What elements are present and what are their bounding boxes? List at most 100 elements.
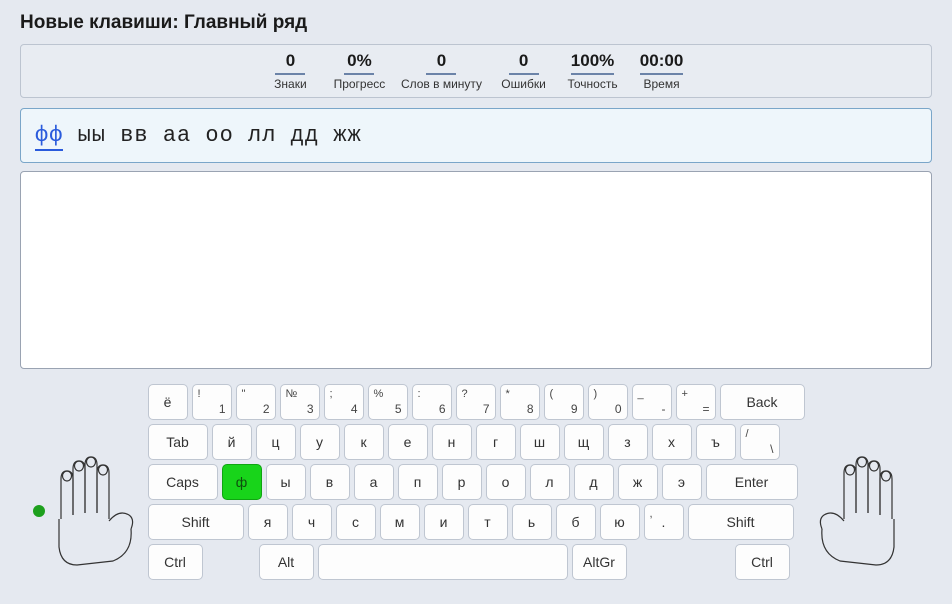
key-3[interactable]: №3 xyxy=(280,384,320,420)
key-щ[interactable]: щ xyxy=(564,424,604,460)
key-о[interactable]: о xyxy=(486,464,526,500)
key-0[interactable]: )0 xyxy=(588,384,628,420)
key-т[interactable]: т xyxy=(468,504,508,540)
key-label: г xyxy=(493,434,498,450)
page-title: Новые клавиши: Главный ряд xyxy=(20,12,932,34)
key-ф[interactable]: ф xyxy=(222,464,262,500)
stat-time-label: Время xyxy=(634,77,689,91)
keyboard-row-2: Tabйцу к ен г ш щ з х ъ /\ xyxy=(148,424,805,460)
key-7[interactable]: ?7 xyxy=(456,384,496,420)
key-ц[interactable]: ц xyxy=(256,424,296,460)
key-upper-label: ! xyxy=(198,388,201,400)
key-ь[interactable]: ь xyxy=(512,504,552,540)
enter-key[interactable]: Enter xyxy=(706,464,798,500)
key-8[interactable]: *8 xyxy=(500,384,540,420)
key-в[interactable]: в xyxy=(310,464,350,500)
typing-input[interactable] xyxy=(20,171,932,369)
key-п[interactable]: п xyxy=(398,464,438,500)
key-я[interactable]: я xyxy=(248,504,288,540)
key-.[interactable]: ,. xyxy=(644,504,684,540)
key-ы[interactable]: ы xyxy=(266,464,306,500)
key-label: Enter xyxy=(735,474,768,490)
left-ctrl-key[interactable]: Ctrl xyxy=(148,544,203,580)
key-х[interactable]: х xyxy=(652,424,692,460)
key-label: и xyxy=(440,514,448,530)
key-\[interactable]: /\ xyxy=(740,424,780,460)
tab-key[interactable]: Tab xyxy=(148,424,208,460)
stat-wpm-value: 0 xyxy=(426,51,456,75)
virtual-keyboard: ё!1"2№3;4%5:6?7*8(9)0_-+=Back Tabйцукенг… xyxy=(148,384,805,584)
keyboard-row-3: Capsф ы в а п р олдж э Enter xyxy=(148,464,805,500)
stats-bar: 0 Знаки 0% Прогресс 0 Слов в минуту 0 Ош… xyxy=(20,44,932,98)
stat-progress-label: Прогресс xyxy=(332,77,387,91)
key-label: AltGr xyxy=(583,554,615,570)
key-label: э xyxy=(678,474,685,490)
key-е[interactable]: е xyxy=(388,424,428,460)
key-label: а xyxy=(370,474,378,490)
key-ч[interactable]: ч xyxy=(292,504,332,540)
key-lower-label: 6 xyxy=(439,402,446,416)
key-upper-label: : xyxy=(418,388,421,400)
key-lower-label: = xyxy=(702,402,709,416)
keyboard-row-1: ё!1"2№3;4%5:6?7*8(9)0_-+=Back xyxy=(148,384,805,420)
key-label: ш xyxy=(534,434,545,450)
key-2[interactable]: "2 xyxy=(236,384,276,420)
right-ctrl-key[interactable]: Ctrl xyxy=(735,544,790,580)
stat-wpm-label: Слов в минуту xyxy=(401,77,482,91)
key-1[interactable]: !1 xyxy=(192,384,232,420)
key-upper-label: ? xyxy=(462,388,468,400)
stat-errors-value: 0 xyxy=(509,51,539,75)
key-у[interactable]: у xyxy=(300,424,340,460)
caps-key[interactable]: Caps xyxy=(148,464,218,500)
key-с[interactable]: с xyxy=(336,504,376,540)
left-alt-key[interactable]: Alt xyxy=(259,544,314,580)
key-label: ы xyxy=(280,474,290,490)
key-б[interactable]: б xyxy=(556,504,596,540)
key-9[interactable]: (9 xyxy=(544,384,584,420)
key-и[interactable]: и xyxy=(424,504,464,540)
key-label: ъ xyxy=(711,434,720,450)
space-key[interactable] xyxy=(318,544,568,580)
keyboard-row-4: Shiftячсмитьбю,.Shift xyxy=(148,504,805,540)
key-lower-label: \ xyxy=(770,442,773,456)
key-м[interactable]: м xyxy=(380,504,420,540)
altgr-key[interactable]: AltGr xyxy=(572,544,627,580)
left-shift-key[interactable]: Shift xyxy=(148,504,244,540)
key-6[interactable]: :6 xyxy=(412,384,452,420)
key-label: з xyxy=(624,434,630,450)
key-label: Ctrl xyxy=(751,554,773,570)
right-shift-key[interactable]: Shift xyxy=(688,504,794,540)
key-label: п xyxy=(414,474,422,490)
key-4[interactable]: ;4 xyxy=(324,384,364,420)
key-ш[interactable]: ш xyxy=(520,424,560,460)
stat-progress-value: 0% xyxy=(344,51,374,75)
key-upper-label: № xyxy=(286,388,298,400)
key-а[interactable]: а xyxy=(354,464,394,500)
stat-time-value: 00:00 xyxy=(640,51,683,75)
key-р[interactable]: р xyxy=(442,464,482,500)
backspace-key[interactable]: Back xyxy=(720,384,805,420)
key-д[interactable]: д xyxy=(574,464,614,500)
key--[interactable]: _- xyxy=(632,384,672,420)
key-к[interactable]: к xyxy=(344,424,384,460)
key-ж[interactable]: ж xyxy=(618,464,658,500)
key-з[interactable]: з xyxy=(608,424,648,460)
key-н[interactable]: н xyxy=(432,424,472,460)
key-э[interactable]: э xyxy=(662,464,702,500)
key-й[interactable]: й xyxy=(212,424,252,460)
key-lower-label: 3 xyxy=(307,402,314,416)
key-label: к xyxy=(360,434,366,450)
stat-errors: 0 Ошибки xyxy=(496,51,551,91)
key-=[interactable]: += xyxy=(676,384,716,420)
key-5[interactable]: %5 xyxy=(368,384,408,420)
key-ъ[interactable]: ъ xyxy=(696,424,736,460)
target-rest: ыы вв аа оо лл дд жж xyxy=(63,123,361,148)
key-ё[interactable]: ё xyxy=(148,384,188,420)
key-л[interactable]: л xyxy=(530,464,570,500)
key-label: р xyxy=(458,474,466,490)
key-upper-label: % xyxy=(374,388,384,400)
key-г[interactable]: г xyxy=(476,424,516,460)
key-label: щ xyxy=(578,434,590,450)
key-ю[interactable]: ю xyxy=(600,504,640,540)
key-label: т xyxy=(484,514,490,530)
